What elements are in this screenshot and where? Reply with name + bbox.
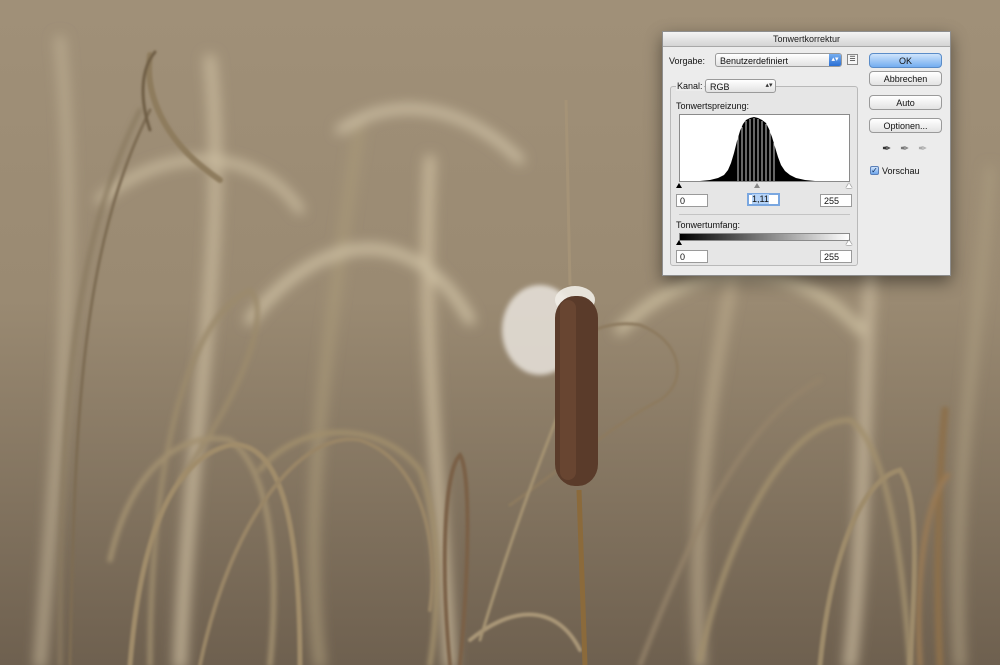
black-point-slider[interactable] (676, 183, 682, 188)
channel-label: Kanal: (676, 81, 704, 91)
output-white-field[interactable]: 255 (820, 250, 852, 263)
dialog-title: Tonwertkorrektur (663, 32, 950, 47)
divider (679, 214, 850, 215)
input-gamma-field[interactable]: 1,11 (747, 193, 780, 206)
preview-label: Vorschau (882, 166, 920, 176)
preset-value: Benutzerdefiniert (720, 56, 789, 66)
gamma-slider[interactable] (754, 183, 760, 188)
output-levels-label: Tonwertumfang: (676, 220, 741, 230)
channel-select[interactable]: RGB ▴▾ (705, 79, 776, 93)
levels-dialog: Tonwertkorrektur Vorgabe: Benutzerdefini… (662, 31, 951, 276)
output-black-slider[interactable] (676, 240, 682, 245)
channel-value: RGB (710, 82, 730, 92)
options-button[interactable]: Optionen... (869, 118, 942, 133)
gray-eyedropper-icon[interactable]: ✒ (900, 142, 909, 155)
preset-select[interactable]: Benutzerdefiniert ▴▾ (715, 53, 842, 67)
preset-label: Vorgabe: (669, 56, 706, 66)
ok-button[interactable]: OK (869, 53, 942, 68)
histogram-graph (680, 117, 815, 181)
white-point-slider[interactable] (846, 183, 852, 188)
chevron-updown-icon: ▴▾ (765, 82, 773, 89)
output-white-slider[interactable] (846, 240, 852, 245)
output-black-field[interactable]: 0 (676, 250, 708, 263)
black-eyedropper-icon[interactable]: ✒ (882, 142, 891, 155)
preset-menu-icon[interactable]: ☰ (847, 54, 858, 65)
preview-checkbox[interactable]: ✓ (870, 166, 879, 175)
histogram (679, 114, 850, 182)
chevron-updown-icon: ▴▾ (829, 54, 841, 66)
input-gamma-value: 1,11 (752, 194, 769, 204)
output-gradient-bar (679, 233, 850, 241)
white-eyedropper-icon[interactable]: ✒ (918, 142, 927, 155)
auto-button[interactable]: Auto (869, 95, 942, 110)
input-white-field[interactable]: 255 (820, 194, 852, 207)
cancel-button[interactable]: Abbrechen (869, 71, 942, 86)
input-levels-label: Tonwertspreizung: (676, 101, 750, 111)
input-black-field[interactable]: 0 (676, 194, 708, 207)
checkmark-icon: ✓ (871, 166, 878, 175)
